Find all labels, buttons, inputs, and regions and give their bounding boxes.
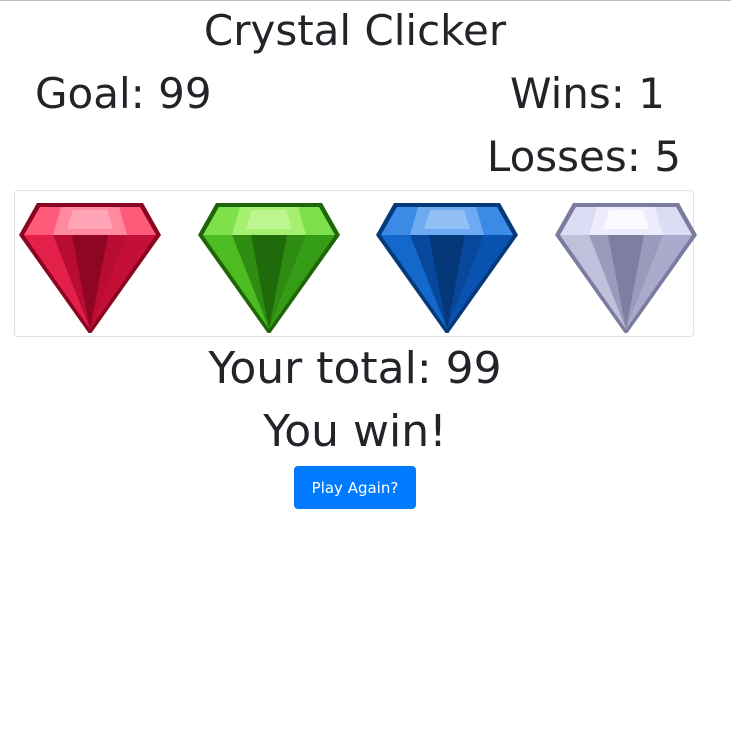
crystal-panel [14, 190, 697, 337]
goal-display: Goal: 99 [35, 68, 212, 120]
total-label: Your total: [208, 343, 446, 394]
red-crystal-icon [19, 203, 161, 333]
wins-display: Wins: 1 [510, 68, 665, 120]
red-crystal-button[interactable] [17, 197, 163, 333]
green-crystal-button[interactable] [196, 197, 342, 333]
green-crystal-icon [198, 203, 340, 333]
losses-label: Losses: [486, 132, 655, 181]
total-value: 99 [445, 343, 502, 394]
blue-crystal-icon [376, 203, 518, 333]
goal-label: Goal: [35, 69, 159, 118]
wins-value: 1 [638, 69, 665, 118]
white-crystal-icon [555, 203, 697, 333]
top-border [0, 0, 731, 1]
page-title: Crystal Clicker [203, 6, 507, 55]
result-message: You win! [263, 406, 447, 457]
white-crystal-button[interactable] [553, 197, 699, 333]
total-display: Your total: 99 [0, 342, 710, 396]
blue-crystal-button[interactable] [374, 197, 520, 333]
wins-label: Wins: [509, 69, 639, 118]
goal-value: 99 [158, 69, 212, 118]
play-again-button[interactable]: Play Again? [294, 466, 416, 509]
losses-value: 5 [654, 132, 681, 181]
losses-display: Losses: 5 [487, 131, 681, 183]
